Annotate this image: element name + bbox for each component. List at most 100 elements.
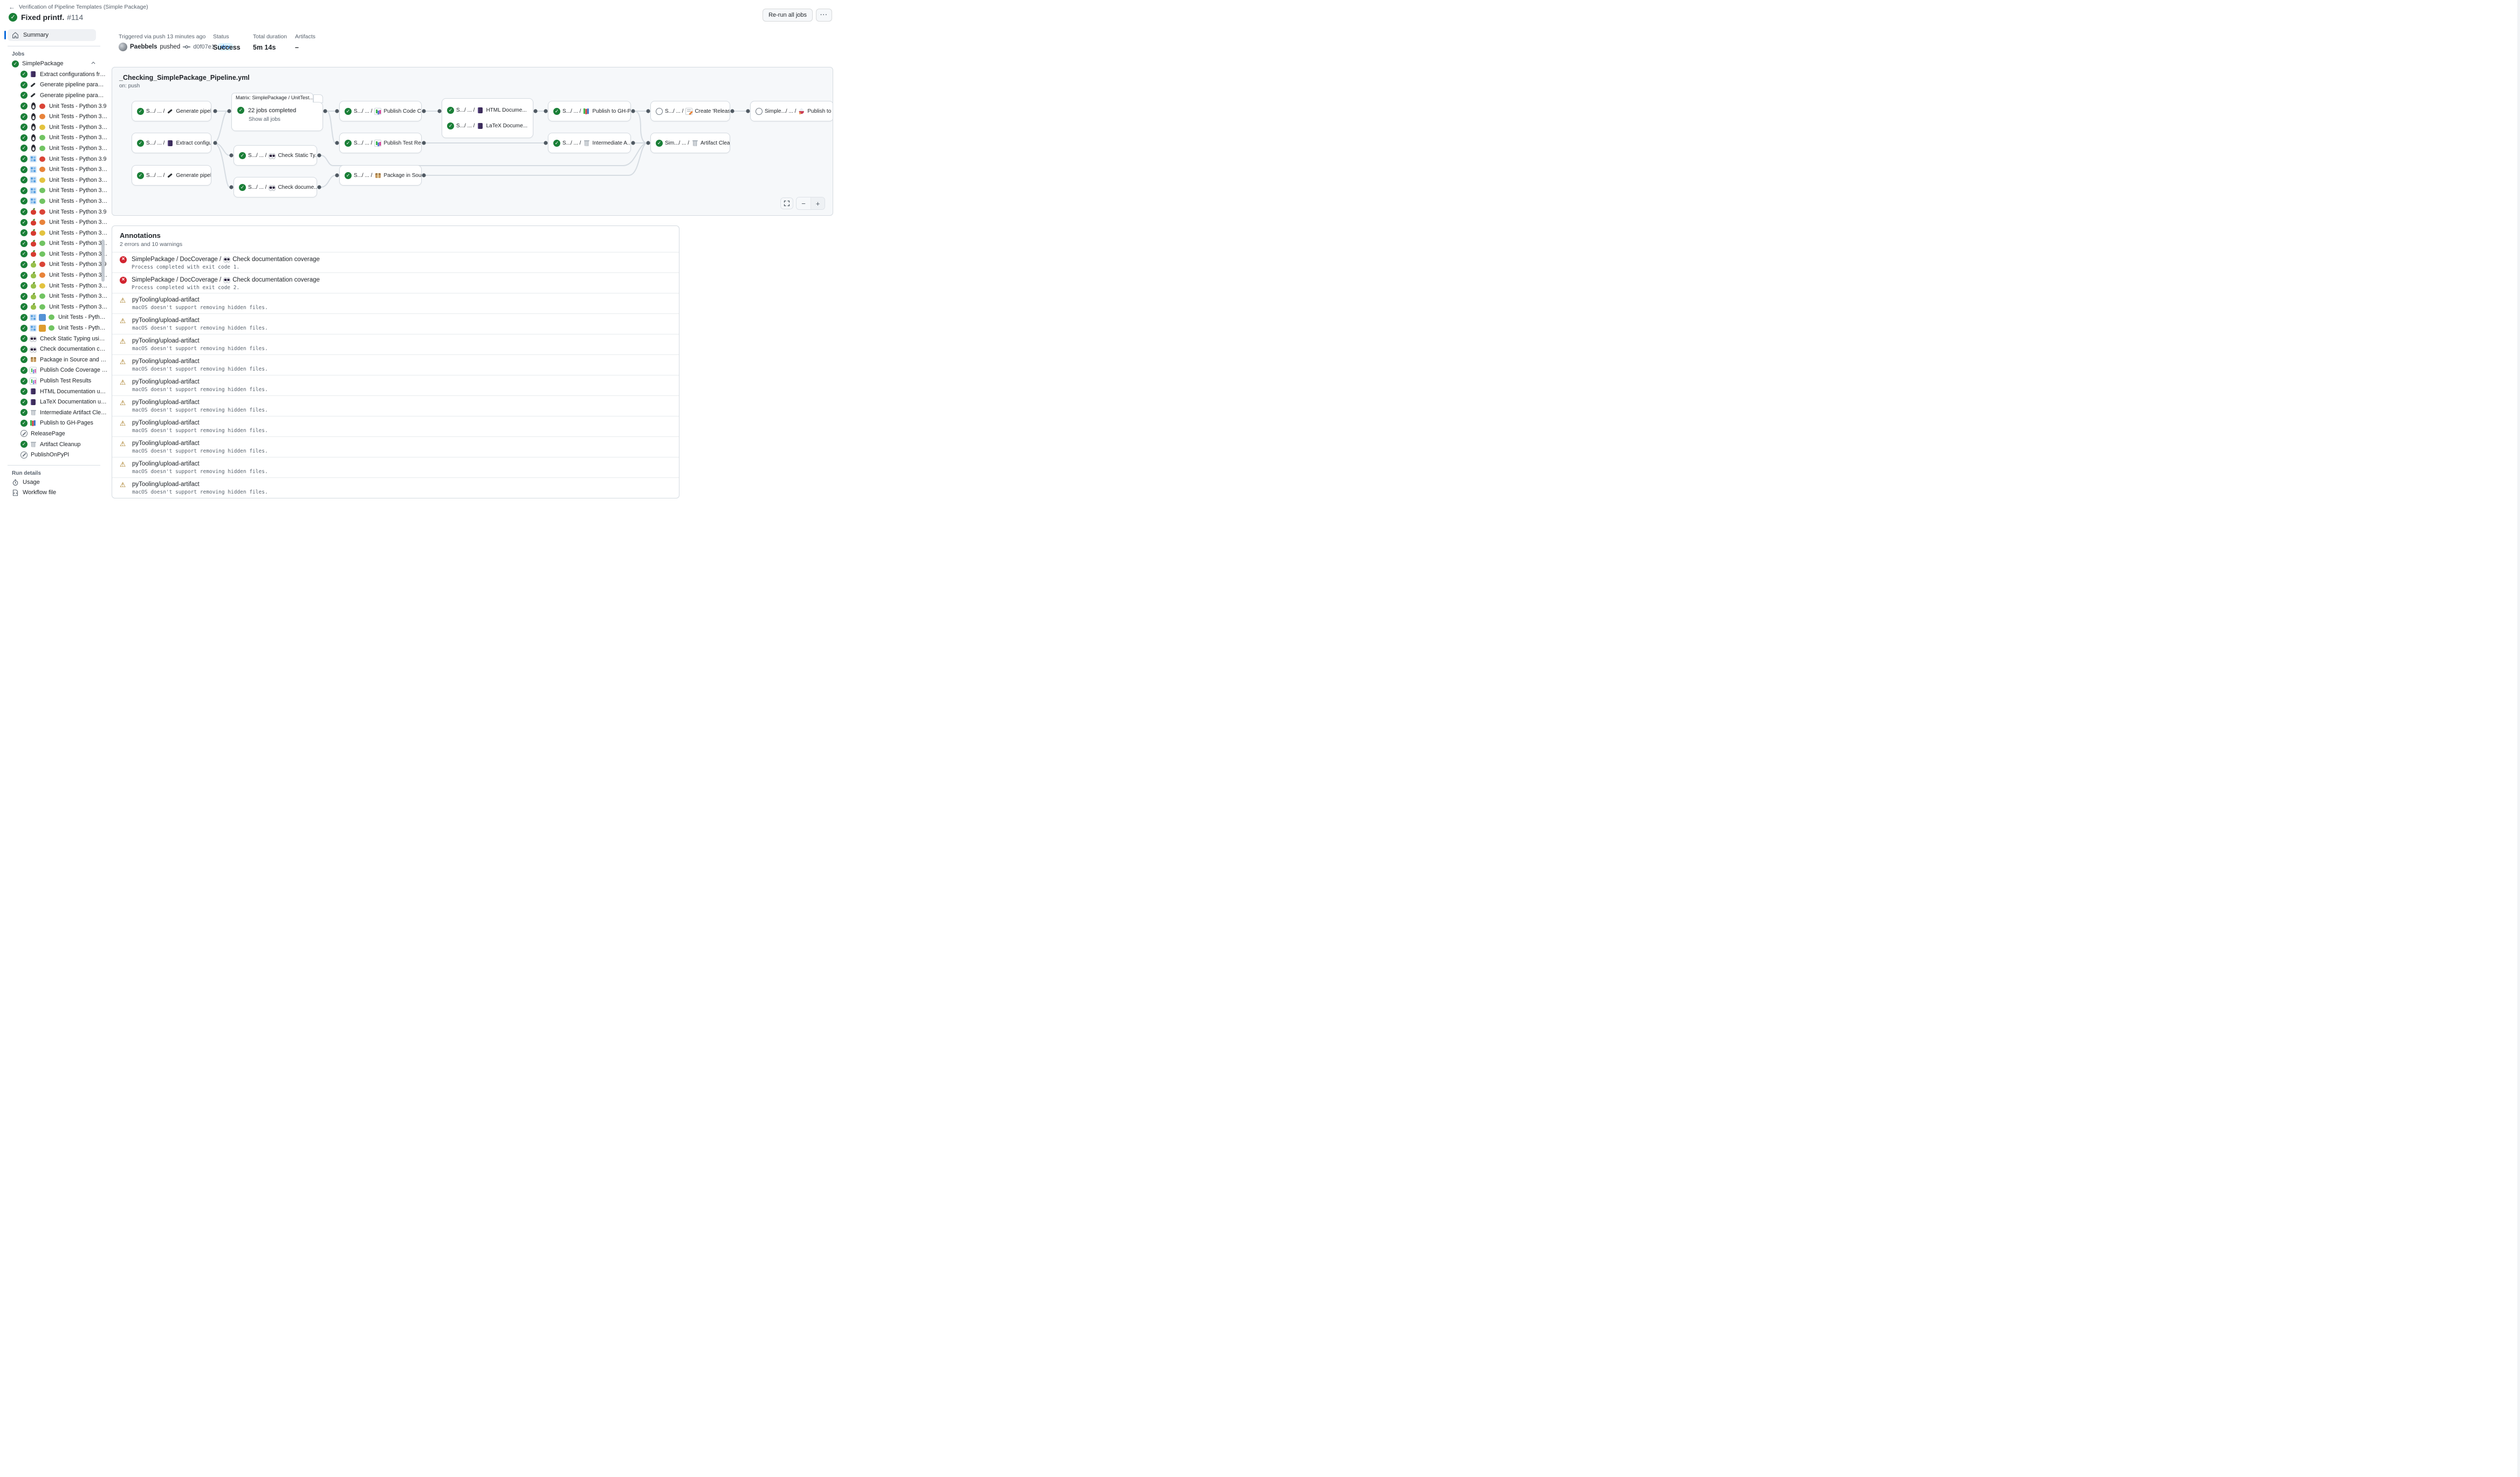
- sidebar-job-item[interactable]: Unit Tests - Python 3.13: [4, 143, 108, 154]
- sidebar-scrollbar-thumb[interactable]: [101, 240, 105, 282]
- sidebar-job-item[interactable]: Unit Tests - Python 3.11: [4, 281, 108, 291]
- chevron-up-icon[interactable]: [91, 60, 96, 67]
- trash-icon: [691, 140, 698, 147]
- job-label: Unit Tests - Python 3.13: [49, 251, 108, 257]
- sidebar-item-workflow-file[interactable]: Workflow file: [4, 488, 108, 498]
- windows-icon: [30, 197, 37, 204]
- sidebar-job-item[interactable]: Intermediate Artifact Cleanup: [4, 407, 108, 418]
- sidebar-job-item[interactable]: Unit Tests - Python 3.12: [4, 312, 108, 323]
- sidebar-job-item[interactable]: Unit Tests - Python 3.10: [4, 164, 108, 175]
- sidebar-job-item[interactable]: Publish Test Results: [4, 375, 108, 386]
- graph-node-extract[interactable]: S.../ ... /Extract configur...4s: [132, 133, 211, 153]
- graph-node-iac[interactable]: S.../ ... /Intermediate A...16s: [548, 133, 631, 153]
- sidebar-job-item[interactable]: Generate pipeline parameters: [4, 80, 108, 91]
- book-icon: [30, 399, 37, 406]
- graph-node-pkg[interactable]: S.../ ... /Package in Sou...18s: [339, 165, 422, 186]
- job-label: Unit Tests - Python 3.12: [49, 134, 108, 141]
- sidebar-job-item[interactable]: Unit Tests - Python 3.12: [4, 323, 108, 333]
- zoom-out-button[interactable]: −: [796, 197, 811, 209]
- job-name: Publish Test Re...: [383, 140, 422, 146]
- graph-node-cs[interactable]: S.../ ... /Check Static Ty...17s: [234, 145, 317, 166]
- graph-group-job[interactable]: S.../ ... /HTML Docume...55s: [447, 107, 528, 114]
- graph-node-crp[interactable]: S.../ ... /Create 'Release Pa...: [650, 101, 730, 121]
- kebab-menu-button[interactable]: ···: [816, 9, 832, 22]
- sidebar-job-item[interactable]: Unit Tests - Python 3.9: [4, 101, 108, 112]
- sidebar-job-item[interactable]: HTML Documentation using ...: [4, 386, 108, 397]
- annotation-title[interactable]: pyTooling/upload-artifact: [132, 399, 268, 406]
- graph-node-cd[interactable]: S.../ ... /Check docume...18s: [234, 177, 317, 197]
- sidebar-job-item[interactable]: Unit Tests - Python 3.11: [4, 122, 108, 133]
- home-icon: [12, 32, 19, 39]
- warning-status-icon: [120, 318, 127, 325]
- actor-name[interactable]: Paebbels: [130, 44, 157, 50]
- connection-dot: [229, 185, 233, 189]
- annotation-title[interactable]: pyTooling/upload-artifact: [132, 461, 268, 467]
- annotation-title[interactable]: pyTooling/upload-artifact: [132, 317, 268, 324]
- sidebar-job-item[interactable]: Extract configurations from p...: [4, 69, 108, 80]
- annotation-title[interactable]: pyTooling/upload-artifact: [132, 440, 268, 447]
- sidebar-job-item[interactable]: Unit Tests - Python 3.13: [4, 302, 108, 312]
- sidebar-item-usage[interactable]: Usage: [4, 477, 108, 488]
- sidebar-job-item[interactable]: ReleasePage: [4, 428, 108, 439]
- sidebar-group-simplepackage[interactable]: SimplePackage: [4, 58, 108, 69]
- graph-node-ghp[interactable]: S.../ ... /Publish to GH-P...7s: [548, 101, 631, 121]
- graph-node-pypi[interactable]: Simple.../ ... /Publish to PyPI: [750, 101, 833, 121]
- sidebar-job-item[interactable]: Unit Tests - Python 3.11: [4, 175, 108, 186]
- sidebar-job-item[interactable]: Unit Tests - Python 3.9: [4, 154, 108, 165]
- annotation-title[interactable]: SimplePackage / DocCoverage /Check docum…: [132, 256, 320, 263]
- sidebar-job-item[interactable]: Unit Tests - Python 3.10: [4, 270, 108, 281]
- graph-node-pcc[interactable]: S.../ ... /Publish Code C...20s: [339, 101, 422, 121]
- rocket-icon: [798, 108, 805, 115]
- page-scrollbar[interactable]: [2517, 0, 2520, 1477]
- sidebar-item-summary[interactable]: Summary: [8, 29, 96, 41]
- sidebar-job-item[interactable]: Generate pipeline parameters: [4, 90, 108, 101]
- sidebar-job-item[interactable]: Publish to GH-Pages: [4, 418, 108, 429]
- graph-node-matrix[interactable]: Matrix: SimplePackage / UnitTest...22 jo…: [231, 93, 323, 131]
- sidebar-job-item[interactable]: Check documentation covera...: [4, 344, 108, 354]
- annotation-title[interactable]: pyTooling/upload-artifact: [132, 358, 268, 365]
- sidebar-job-item[interactable]: Unit Tests - Python 3.13: [4, 249, 108, 259]
- sidebar-job-item[interactable]: Unit Tests - Python 3.9: [4, 207, 108, 217]
- rerun-all-jobs-button[interactable]: Re-run all jobs: [763, 9, 813, 22]
- sidebar-job-item[interactable]: Unit Tests - Python 3.13: [4, 196, 108, 207]
- show-all-jobs-link[interactable]: Show all jobs: [249, 117, 317, 122]
- annotation-title[interactable]: pyTooling/upload-artifact: [132, 481, 268, 488]
- sidebar-job-item[interactable]: Unit Tests - Python 3.12: [4, 133, 108, 143]
- zoom-in-button[interactable]: +: [811, 197, 825, 209]
- job-name: Check Static Ty...: [278, 153, 317, 159]
- fullscreen-button[interactable]: [780, 197, 793, 209]
- sidebar-job-item[interactable]: Check Static Typing using Pyt...: [4, 333, 108, 344]
- sidebar-job-item[interactable]: Package in Source and Wheel...: [4, 354, 108, 365]
- sidebar-job-item[interactable]: PublishOnPyPI: [4, 449, 108, 460]
- breadcrumb-link[interactable]: Verification of Pipeline Templates (Simp…: [19, 4, 148, 10]
- annotation-title[interactable]: SimplePackage / DocCoverage /Check docum…: [132, 276, 320, 283]
- success-status-icon: [20, 441, 28, 448]
- success-status-icon: [137, 108, 144, 115]
- annotation-row: pyTooling/upload-artifactmacOS doesn't s…: [112, 477, 679, 498]
- sidebar-job-item[interactable]: Unit Tests - Python 3.12: [4, 291, 108, 302]
- avatar[interactable]: [119, 43, 127, 51]
- annotation-title[interactable]: pyTooling/upload-artifact: [132, 379, 268, 385]
- graph-node-gen1[interactable]: S.../ ... /Generate pipelin...0s: [132, 101, 211, 121]
- back-arrow-icon[interactable]: ←: [9, 3, 15, 11]
- sidebar-job-item[interactable]: Unit Tests - Python 3.9: [4, 259, 108, 270]
- commit-sha[interactable]: d0f07e1: [193, 44, 215, 50]
- graph-node-gen2[interactable]: S.../ ... /Generate pipelin...0s: [132, 165, 211, 186]
- package-icon: [374, 172, 381, 179]
- sidebar-job-item[interactable]: Unit Tests - Python 3.11: [4, 228, 108, 238]
- annotation-title[interactable]: pyTooling/upload-artifact: [132, 338, 268, 344]
- sidebar-job-item[interactable]: Unit Tests - Python 3.12: [4, 238, 108, 249]
- sidebar-job-item[interactable]: Publish Code Coverage Results: [4, 365, 108, 376]
- graph-node-acl[interactable]: Sim.../ ... /Artifact Cleanup4s: [650, 133, 730, 153]
- graph-group-job[interactable]: S.../ ... /LaTeX Docume...51s: [447, 122, 528, 129]
- graph-node-docs-group[interactable]: S.../ ... /HTML Docume...55s S.../ ... /L…: [442, 98, 533, 138]
- annotation-title[interactable]: pyTooling/upload-artifact: [132, 420, 268, 426]
- sidebar-job-item[interactable]: Unit Tests - Python 3.12: [4, 186, 108, 196]
- annotations-list: SimplePackage / DocCoverage /Check docum…: [112, 252, 679, 498]
- sidebar-job-item[interactable]: Unit Tests - Python 3.10: [4, 111, 108, 122]
- graph-node-ptr[interactable]: S.../ ... /Publish Test Re...13s: [339, 133, 422, 153]
- sidebar-job-item[interactable]: Artifact Cleanup: [4, 439, 108, 450]
- sidebar-job-item[interactable]: Unit Tests - Python 3.10: [4, 217, 108, 228]
- annotation-title[interactable]: pyTooling/upload-artifact: [132, 297, 268, 303]
- sidebar-job-item[interactable]: LaTeX Documentation using ...: [4, 396, 108, 407]
